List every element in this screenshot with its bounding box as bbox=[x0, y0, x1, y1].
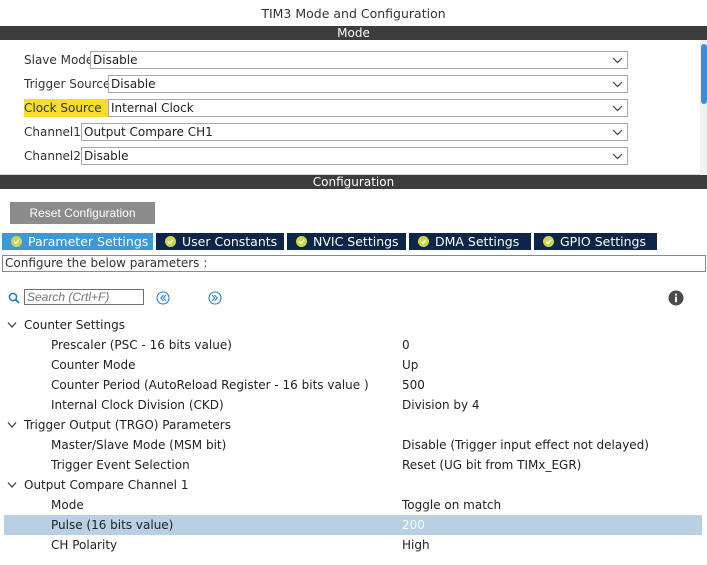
channel2-value: Disable bbox=[84, 149, 129, 163]
param-name: Pulse (16 bits value) bbox=[51, 518, 174, 532]
instructions-label: Configure the below parameters : bbox=[2, 255, 706, 272]
param-name: Counter Mode bbox=[51, 358, 136, 372]
prev-circle-icon[interactable] bbox=[156, 291, 170, 305]
channel1-select[interactable]: Output Compare CH1 bbox=[81, 123, 628, 141]
info-icon[interactable] bbox=[668, 290, 684, 306]
slave-mode-value: Disable bbox=[93, 53, 138, 67]
chevron-down-icon bbox=[612, 57, 623, 64]
slave-mode-select[interactable]: Disable bbox=[90, 51, 628, 69]
tab-label: NVIC Settings bbox=[313, 234, 399, 249]
mode-scrollbar-thumb[interactable] bbox=[701, 44, 707, 104]
search-bar bbox=[8, 288, 698, 308]
mode-scrollbar[interactable] bbox=[700, 40, 707, 175]
tab-label: Parameter Settings bbox=[28, 234, 149, 249]
param-row[interactable]: Mode Toggle on match bbox=[4, 495, 702, 515]
tab-nvic-settings[interactable]: NVIC Settings bbox=[287, 233, 406, 250]
param-name: Mode bbox=[51, 498, 84, 512]
mode-row-channel1: Channel1 Output Compare CH1 bbox=[24, 123, 634, 141]
param-value[interactable]: Division by 4 bbox=[402, 395, 480, 415]
param-value[interactable]: High bbox=[402, 535, 430, 555]
param-name: CH Polarity bbox=[51, 538, 118, 552]
trigger-source-select[interactable]: Disable bbox=[108, 75, 628, 93]
slave-mode-label: Slave Mode bbox=[24, 53, 94, 67]
tab-label: GPIO Settings bbox=[560, 234, 646, 249]
param-value[interactable]: 200 bbox=[402, 515, 425, 535]
param-name: Internal Clock Division (CKD) bbox=[51, 398, 224, 412]
param-value[interactable]: 0 bbox=[402, 335, 410, 355]
chevron-down-icon bbox=[612, 129, 623, 136]
search-input[interactable] bbox=[24, 289, 144, 305]
clock-source-label: Clock Source bbox=[24, 99, 114, 117]
param-row[interactable]: Trigger Event Selection Reset (UG bit fr… bbox=[4, 455, 702, 475]
channel1-label: Channel1 bbox=[24, 125, 81, 139]
tab-dma-settings[interactable]: DMA Settings bbox=[409, 233, 531, 250]
mode-row-channel2: Channel2 Disable bbox=[24, 147, 634, 165]
caret-down-icon[interactable] bbox=[7, 481, 17, 489]
chevron-down-icon bbox=[612, 153, 623, 160]
check-circle-icon bbox=[11, 236, 22, 247]
group-name: Counter Settings bbox=[24, 318, 125, 332]
param-row[interactable]: Master/Slave Mode (MSM bit) Disable (Tri… bbox=[4, 435, 702, 455]
check-circle-icon bbox=[296, 236, 307, 247]
channel2-select[interactable]: Disable bbox=[81, 147, 628, 165]
clock-source-value: Internal Clock bbox=[111, 101, 194, 115]
chevron-down-icon bbox=[612, 81, 623, 88]
param-value[interactable]: Toggle on match bbox=[402, 495, 501, 515]
param-name: Master/Slave Mode (MSM bit) bbox=[51, 438, 227, 452]
param-name: Counter Period (AutoReload Register - 16… bbox=[51, 378, 369, 392]
trigger-source-value: Disable bbox=[111, 77, 156, 91]
mode-panel: Slave Mode Disable Trigger Source Disabl… bbox=[0, 40, 707, 175]
check-circle-icon bbox=[165, 236, 176, 247]
caret-down-icon[interactable] bbox=[7, 421, 17, 429]
param-name: Trigger Event Selection bbox=[51, 458, 190, 472]
param-row[interactable]: Internal Clock Division (CKD) Division b… bbox=[4, 395, 702, 415]
group-trigger-output[interactable]: Trigger Output (TRGO) Parameters bbox=[4, 415, 702, 435]
group-name: Output Compare Channel 1 bbox=[24, 478, 189, 492]
check-circle-icon bbox=[543, 236, 554, 247]
tab-user-constants[interactable]: User Constants bbox=[156, 233, 284, 250]
param-row[interactable]: CH Polarity High bbox=[4, 535, 702, 555]
mode-row-trigger-source: Trigger Source Disable bbox=[24, 75, 634, 93]
param-value[interactable]: 500 bbox=[402, 375, 425, 395]
trigger-source-label: Trigger Source bbox=[24, 77, 111, 91]
clock-source-select[interactable]: Internal Clock bbox=[108, 99, 628, 117]
param-row[interactable]: Counter Period (AutoReload Register - 16… bbox=[4, 375, 702, 395]
next-circle-icon[interactable] bbox=[208, 291, 222, 305]
param-row[interactable]: Counter Mode Up bbox=[4, 355, 702, 375]
channel1-value: Output Compare CH1 bbox=[84, 125, 213, 139]
config-tabs: Parameter Settings User Constants NVIC S… bbox=[2, 233, 660, 250]
mode-section-header: Mode bbox=[0, 26, 707, 40]
channel2-label: Channel2 bbox=[24, 149, 81, 163]
group-counter-settings[interactable]: Counter Settings bbox=[4, 315, 702, 335]
param-value[interactable]: Disable (Trigger input effect not delaye… bbox=[402, 435, 649, 455]
tab-label: User Constants bbox=[182, 234, 278, 249]
param-value[interactable]: Up bbox=[402, 355, 418, 375]
configuration-section-header: Configuration bbox=[0, 175, 707, 189]
param-row-selected[interactable]: Pulse (16 bits value) 200 bbox=[4, 515, 702, 535]
check-circle-icon bbox=[418, 236, 429, 247]
window-title: TIM3 Mode and Configuration bbox=[261, 6, 446, 21]
reset-configuration-button[interactable]: Reset Configuration bbox=[10, 202, 155, 224]
tab-parameter-settings[interactable]: Parameter Settings bbox=[2, 233, 153, 250]
mode-row-clock-source: Clock Source Internal Clock bbox=[24, 99, 634, 117]
tab-gpio-settings[interactable]: GPIO Settings bbox=[534, 233, 657, 250]
group-output-compare-channel1[interactable]: Output Compare Channel 1 bbox=[4, 475, 702, 495]
tab-label: DMA Settings bbox=[435, 234, 520, 249]
param-name: Prescaler (PSC - 16 bits value) bbox=[51, 338, 232, 352]
param-row[interactable]: Prescaler (PSC - 16 bits value) 0 bbox=[4, 335, 702, 355]
caret-down-icon[interactable] bbox=[7, 321, 17, 329]
group-name: Trigger Output (TRGO) Parameters bbox=[24, 418, 231, 432]
search-icon bbox=[8, 292, 20, 304]
param-value[interactable]: Reset (UG bit from TIMx_EGR) bbox=[402, 455, 581, 475]
mode-row-slave-mode: Slave Mode Disable bbox=[24, 51, 634, 69]
chevron-down-icon bbox=[612, 105, 623, 112]
